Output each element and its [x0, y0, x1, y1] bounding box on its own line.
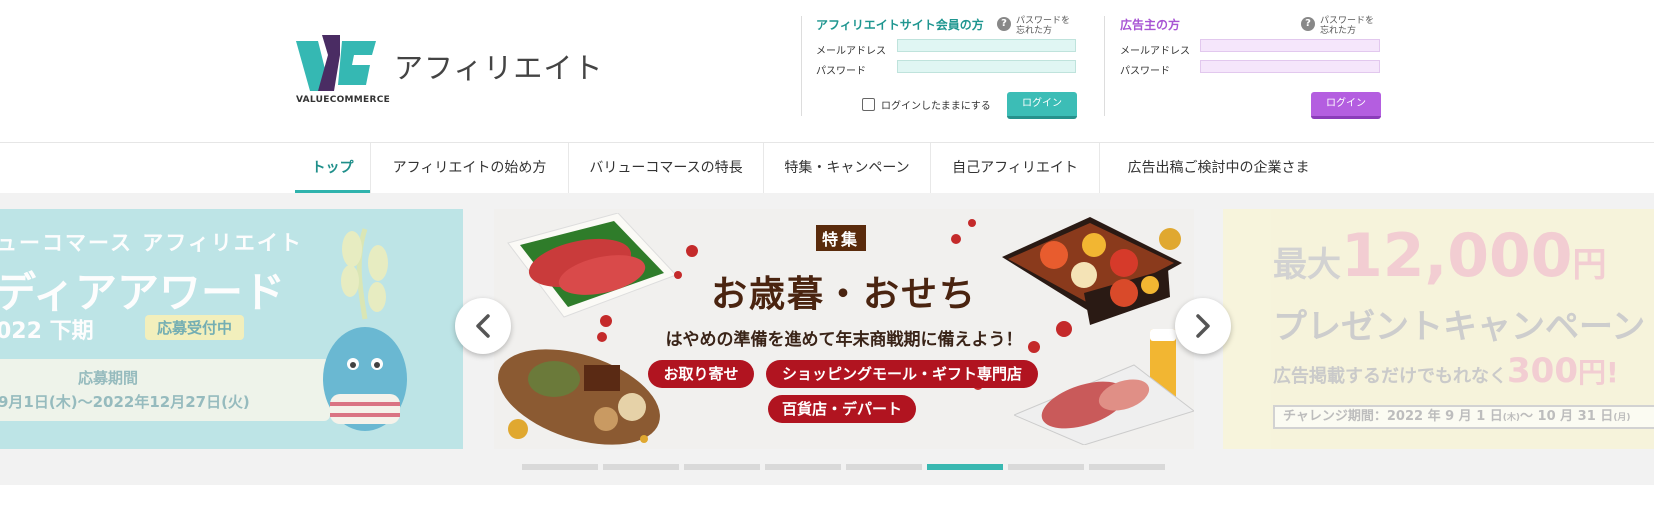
email-label: メールアドレス [1120, 46, 1190, 57]
chevron-right-icon [1196, 314, 1210, 338]
slide-text: 円! [1577, 356, 1619, 389]
carousel-dot[interactable] [846, 464, 922, 470]
valuecommerce-logo-mark[interactable] [296, 35, 376, 91]
slide-headline: お歳暮・おせち [710, 274, 977, 315]
affiliate-login-panel: アフィリエイトサイト会員の方 ? パスワードを 忘れた方 メールアドレス パスワ… [816, 14, 1078, 124]
forgot-password-line2: 忘れた方 [1016, 26, 1053, 36]
email-label: メールアドレス [816, 46, 886, 57]
carousel-dot[interactable] [522, 464, 598, 470]
slide-text: (月) [1613, 413, 1631, 423]
brand-wordmark: VALUECOMMERCE [296, 95, 391, 105]
advertiser-password-field[interactable] [1200, 60, 1380, 73]
nav-item-advertisers[interactable]: 広告出稿ご検討中の企業さま [1100, 143, 1337, 193]
carousel-dot[interactable] [1089, 464, 1165, 470]
campaign-amount: 12,000 [1341, 221, 1573, 291]
chevron-left-icon [476, 314, 490, 338]
nav-item-features[interactable]: バリューコマースの特長 [569, 143, 764, 193]
password-label: パスワード [1120, 66, 1170, 77]
forgot-password-link[interactable]: ? パスワードを 忘れた方 [1301, 16, 1374, 36]
nav-item-getting-started[interactable]: アフィリエイトの始め方 [371, 143, 569, 193]
affiliate-panel-title: アフィリエイトサイト会員の方 [816, 18, 984, 32]
mascot-illustration [323, 228, 407, 431]
affiliate-email-field[interactable] [897, 39, 1076, 52]
campaign-line3: 広告掲載するだけでもれなく300円! [1273, 351, 1619, 391]
slide-text: ディアアワード [0, 268, 286, 317]
advertiser-panel-title: 広告主の方 [1120, 18, 1181, 32]
slide-text: 広告掲載するだけでもれなく [1273, 366, 1507, 387]
carousel-prev-button[interactable] [455, 298, 511, 354]
affiliate-login-button[interactable]: ログイン [1007, 92, 1077, 119]
password-label: パスワード [816, 66, 866, 77]
slide-text: (木) [1502, 413, 1521, 423]
nav-item-campaigns[interactable]: 特集・キャンペーン [764, 143, 931, 193]
checkbox-icon[interactable] [862, 98, 875, 111]
forgot-password-link[interactable]: ? パスワードを 忘れた方 [997, 16, 1070, 36]
category-pill: ショッピングモール・ギフト専門店 [766, 360, 1038, 388]
period-box: 応募期間 9月1日(木)～2022年12月27日(火) [0, 359, 330, 421]
nav-item-self-affiliate[interactable]: 自己アフィリエイト [931, 143, 1100, 193]
period-text: 9月1日(木)～2022年12月27日(火) [0, 393, 250, 411]
divider [1104, 16, 1105, 116]
category-pill: 百貨店・デパート [768, 395, 916, 423]
help-icon: ? [997, 17, 1011, 31]
campaign-bonus: 300 [1507, 351, 1578, 391]
slide-present-campaign[interactable]: 最大12,000円 プレゼントキャンペーン 広告掲載するだけでもれなく300円!… [1223, 209, 1654, 449]
challenge-period: チャレンジ期間：2022 年 9 月 1 日(木)～ 10 月 31 日(月) [1273, 405, 1654, 429]
slide-text: ューコマース アフィリエイト [0, 231, 303, 255]
carousel-dot[interactable] [1008, 464, 1084, 470]
banner-carousel: ューコマース アフィリエイト ディアアワード 022 下期 応募受付中 応募期間… [0, 193, 1654, 485]
campaign-line1: 最大12,000円 [1273, 221, 1607, 291]
slide-text: ～ 10 月 31 日 [1520, 409, 1614, 424]
slide-text: 最大 [1273, 245, 1341, 285]
keep-login-label: ログインしたままにする [881, 101, 991, 112]
carousel-dot[interactable] [603, 464, 679, 470]
carousel-next-button[interactable] [1175, 298, 1231, 354]
slide-text: 円 [1572, 245, 1607, 285]
affiliate-password-field[interactable] [897, 60, 1076, 73]
forgot-password-line1: パスワードを [1320, 16, 1375, 26]
advertiser-login-button[interactable]: ログイン [1311, 92, 1381, 119]
carousel-dot[interactable] [684, 464, 760, 470]
period-label: 応募期間 [78, 369, 139, 387]
slide-subline: はやめの準備を進めて年末商戦期に備えよう！ [665, 330, 1023, 350]
help-icon: ? [1301, 17, 1315, 31]
forgot-password-line1: パスワードを [1016, 16, 1071, 26]
nav-item-top[interactable]: トップ [295, 143, 371, 194]
site-title: アフィリエイト [394, 51, 604, 85]
header: VALUECOMMERCE アフィリエイト アフィリエイトサイト会員の方 ? パ… [0, 0, 1654, 142]
campaign-line2: プレゼントキャンペーン [1273, 307, 1646, 347]
slide-text: 022 下期 [0, 319, 94, 344]
divider [801, 16, 802, 116]
main-nav: トップ アフィリエイトの始め方 バリューコマースの特長 特集・キャンペーン 自己… [0, 142, 1654, 194]
slide-year-end-gifts[interactable]: 特集 お歳暮・おせち はやめの準備を進めて年末商戦期に備えよう！ お取り寄せ シ… [494, 209, 1194, 449]
category-pill: お取り寄せ [648, 360, 754, 388]
advertiser-email-field[interactable] [1200, 39, 1380, 52]
forgot-password-line2: 忘れた方 [1320, 26, 1357, 36]
carousel-dot[interactable] [927, 464, 1003, 470]
feature-tag: 特集 [816, 225, 867, 251]
carousel-dot[interactable] [765, 464, 841, 470]
status-badge: 応募受付中 [145, 315, 245, 340]
slide-media-award[interactable]: ューコマース アフィリエイト ディアアワード 022 下期 応募受付中 応募期間… [0, 209, 463, 449]
keep-login-checkbox[interactable]: ログインしたままにする [862, 97, 991, 112]
advertiser-login-panel: 広告主の方 ? パスワードを 忘れた方 メールアドレス パスワード ログイン [1120, 14, 1382, 124]
slide-text: チャレンジ期間：2022 年 9 月 1 日 [1283, 409, 1503, 424]
